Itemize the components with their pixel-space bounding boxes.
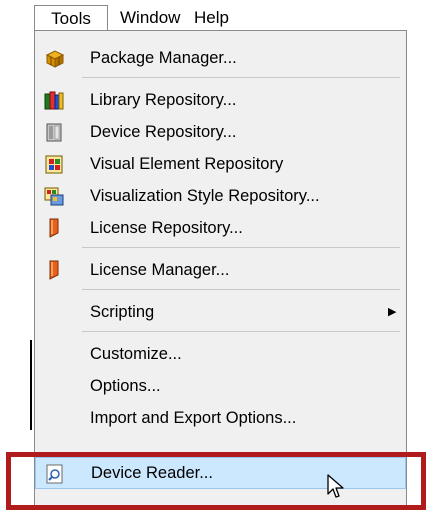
menu-item-label: Scripting bbox=[90, 303, 155, 321]
mouse-pointer-icon bbox=[326, 474, 346, 500]
menu-item-label: License Manager... bbox=[90, 261, 230, 279]
menu-separator bbox=[82, 247, 400, 248]
menu-help[interactable]: Help bbox=[186, 5, 237, 31]
menu-item-label: Options... bbox=[90, 377, 161, 395]
menu-tools[interactable]: Tools bbox=[34, 5, 108, 31]
device-icon bbox=[43, 121, 65, 143]
window-edge-line bbox=[30, 340, 32, 430]
menu-item-device-repository[interactable]: Device Repository... bbox=[35, 117, 406, 147]
visualization-style-icon bbox=[43, 185, 65, 207]
menu-item-license-repository[interactable]: License Repository... bbox=[35, 213, 406, 243]
package-icon bbox=[43, 47, 65, 69]
menu-item-device-reader[interactable]: Device Reader... bbox=[35, 457, 406, 489]
menu-separator bbox=[82, 77, 400, 78]
menu-item-visualization-style-repository[interactable]: Visualization Style Repository... bbox=[35, 181, 406, 211]
menu-item-label: Customize... bbox=[90, 345, 182, 363]
menu-item-label: Import and Export Options... bbox=[90, 409, 297, 427]
menu-separator bbox=[82, 289, 400, 290]
tools-dropdown-menu: Package Manager... Library Repository...… bbox=[34, 30, 407, 510]
menu-item-label: Visualization Style Repository... bbox=[90, 187, 320, 205]
menu-item-options[interactable]: Options... bbox=[35, 371, 406, 401]
menu-item-package-manager[interactable]: Package Manager... bbox=[35, 43, 406, 73]
menu-item-scripting[interactable]: Scripting ▶ bbox=[35, 297, 406, 327]
library-books-icon bbox=[43, 89, 65, 111]
menu-item-label: License Repository... bbox=[90, 219, 243, 237]
menu-item-label: Device Reader... bbox=[91, 464, 213, 482]
menu-item-label: Package Manager... bbox=[90, 49, 237, 67]
menu-item-label: Visual Element Repository bbox=[90, 155, 284, 173]
menu-window[interactable]: Window bbox=[112, 5, 188, 31]
menu-separator bbox=[82, 331, 400, 332]
menu-item-library-repository[interactable]: Library Repository... bbox=[35, 85, 406, 115]
menu-item-visual-element-repository[interactable]: Visual Element Repository bbox=[35, 149, 406, 179]
menu-item-license-manager[interactable]: License Manager... bbox=[35, 255, 406, 285]
license-icon bbox=[43, 217, 65, 239]
license-icon bbox=[43, 259, 65, 281]
device-reader-icon bbox=[44, 463, 66, 485]
visual-element-icon bbox=[43, 153, 65, 175]
menu-item-label: Device Repository... bbox=[90, 123, 237, 141]
menu-item-import-export-options[interactable]: Import and Export Options... bbox=[35, 403, 406, 433]
menu-item-label: Library Repository... bbox=[90, 91, 237, 109]
submenu-arrow-icon: ▶ bbox=[388, 306, 397, 318]
menu-item-customize[interactable]: Customize... bbox=[35, 339, 406, 369]
